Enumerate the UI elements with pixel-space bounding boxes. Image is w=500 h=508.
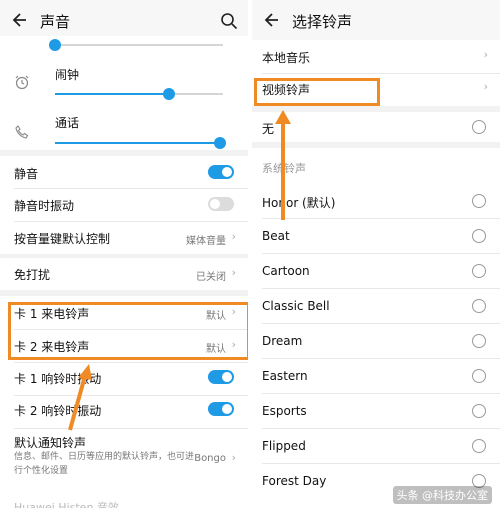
mute-toggle[interactable] [208,165,234,179]
slider-thumb[interactable] [213,137,226,149]
ringtone-row[interactable]: Esports [252,394,500,429]
alarm-volume-slider[interactable] [55,88,223,100]
ringtone-row[interactable]: Classic Bell [252,289,500,324]
sim1-vibrate-row[interactable]: 卡 1 响铃时振动 [0,363,248,395]
notification-label: 默认通知铃声 [14,436,87,450]
vibrate-when-muted-row[interactable]: 静音时振动 [0,189,248,221]
mute-row[interactable]: 静音 [0,156,248,188]
radio-button[interactable] [472,229,486,243]
dnd-label: 免打扰 [14,268,51,282]
volume-block: 闹钟 通话 [0,36,248,150]
sim1-vibrate-toggle[interactable] [208,370,234,384]
chevron-right-icon: › [231,451,236,464]
volume-key-label: 按音量键默认控制 [14,232,111,246]
local-music-row[interactable]: 本地音乐 › [252,40,500,73]
vibrate-when-muted-label: 静音时振动 [14,199,75,213]
notification-ringtone-row[interactable]: 默认通知铃声 信息、邮件、日历等应用的默认铃声，也可进行个性化设置 Bongo … [0,429,248,485]
ringtone-row[interactable]: Flipped [252,429,500,464]
radio-button[interactable] [472,194,486,208]
page-title: 选择铃声 [292,13,353,31]
ringtone-label: Forest Day [262,474,327,488]
sim2-vibrate-toggle[interactable] [208,402,234,416]
ringtone-header: 选择铃声 [252,0,500,44]
chevron-right-icon: › [231,266,236,279]
phone-icon [15,125,29,139]
back-arrow-icon[interactable] [10,9,32,31]
volume-key-value: 媒体音量 [186,236,226,247]
page-title: 声音 [40,13,71,31]
mute-block: 静音 静音时振动 按音量键默认控制 媒体音量 › [0,156,248,254]
ringtone-label: Dream [262,334,303,348]
radio-button[interactable] [472,404,486,418]
chevron-right-icon: › [483,80,488,93]
ringtone-label: Beat [262,229,290,243]
mute-label: 静音 [14,167,39,181]
alarm-clock-icon [15,75,29,90]
notification-description: 信息、邮件、日历等应用的默认铃声，也可进行个性化设置 [14,452,195,476]
ringtone-label: Cartoon [262,264,310,278]
search-icon[interactable] [220,12,238,30]
vibrate-when-muted-toggle[interactable] [208,197,234,211]
chevron-right-icon: › [231,230,236,243]
ringtone-label: Eastern [262,369,308,383]
slider-thumb[interactable] [163,88,176,100]
ringtone-label: Flipped [262,439,306,453]
slider-thumb[interactable] [49,39,61,51]
ringtone-row[interactable]: Eastern [252,359,500,394]
slider-fill [55,93,170,95]
histen-row[interactable]: Huawei Histen 音效 [0,496,248,508]
watermark: 头条 @科技办公室 [392,486,492,504]
radio-button[interactable] [472,120,486,134]
local-music-label: 本地音乐 [262,51,311,65]
dnd-value: 已关闭 [196,272,226,283]
call-volume-slider[interactable] [55,137,226,149]
volume-key-row[interactable]: 按音量键默认控制 媒体音量 › [0,222,248,254]
sound-settings-panel: 声音 闹钟 通话 静音 静音时振动 按音量键默认控制 媒体音量 › 免打扰 已关… [0,0,248,508]
highlight-arrow-icon [68,364,92,431]
histen-label: Huawei Histen 音效 [14,501,119,508]
ringtone-highlight-box [8,302,248,360]
ringtone-picker-panel: 选择铃声 本地音乐 › 视频铃声 › 无 系统铃声 Honor (默认)Beat… [252,0,500,508]
notification-value: Bongo [194,453,226,464]
chevron-right-icon: › [483,48,488,61]
video-ringtone-highlight-box [254,78,380,106]
sim2-vibrate-row[interactable]: 卡 2 响铃时振动 [0,396,248,428]
radio-button[interactable] [472,439,486,453]
slider-fill [55,142,220,144]
radio-button[interactable] [472,369,486,383]
back-arrow-icon[interactable] [262,9,284,31]
highlight-arrow-icon [275,110,291,220]
radio-button[interactable] [472,264,486,278]
ringtone-row[interactable]: Dream [252,324,500,359]
radio-button[interactable] [472,299,486,313]
dnd-block[interactable]: 免打扰 已关闭 › [0,258,248,290]
alarm-label: 闹钟 [55,68,80,82]
call-label: 通话 [55,116,80,130]
radio-button[interactable] [472,334,486,348]
ringtone-row[interactable]: Cartoon [252,254,500,289]
ringtone-label: Classic Bell [262,299,330,313]
ringtone-label: Esports [262,404,307,418]
ringtone-row[interactable]: Beat [252,219,500,254]
top-volume-slider[interactable] [49,39,223,51]
